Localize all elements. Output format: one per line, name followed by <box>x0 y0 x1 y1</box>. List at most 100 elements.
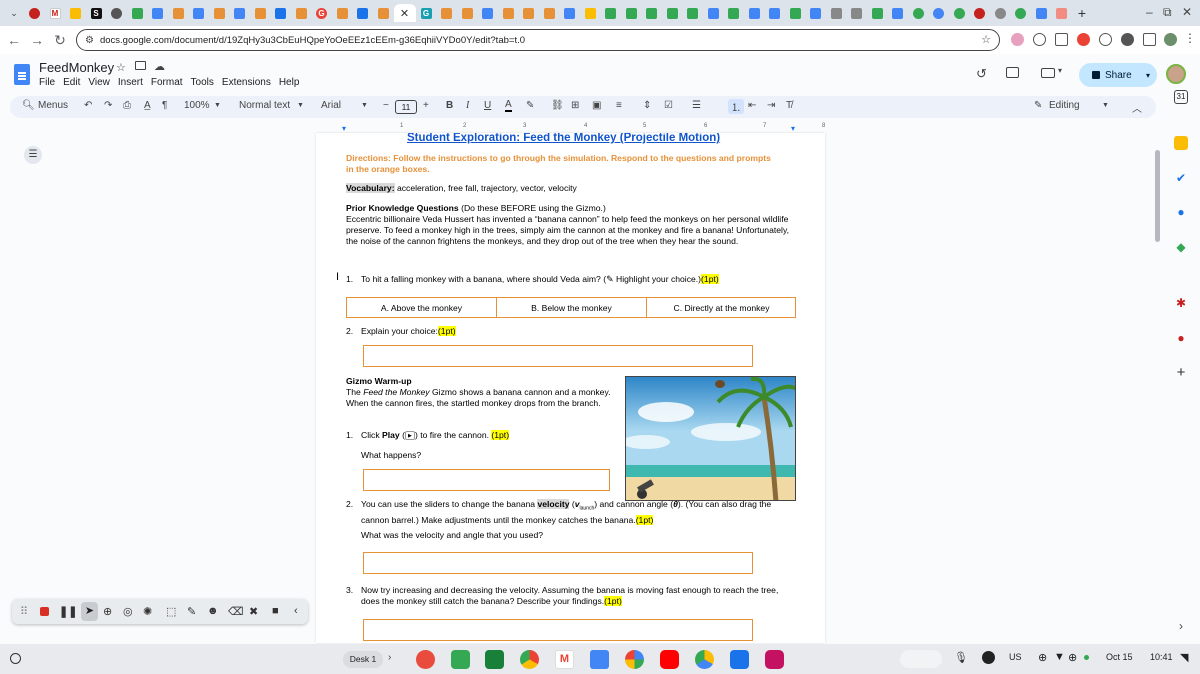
drag-handle-icon[interactable]: ⠿ <box>20 605 28 618</box>
browser-tab[interactable] <box>1052 4 1072 22</box>
search-menus-button[interactable]: Menus <box>38 100 68 111</box>
browser-tab[interactable] <box>1031 4 1051 22</box>
browser-tab[interactable] <box>168 4 188 22</box>
chevron-down-icon[interactable]: ▼ <box>361 102 368 109</box>
browser-tab[interactable] <box>498 4 518 22</box>
checklist-icon[interactable]: ☑ <box>664 100 673 111</box>
emoji-tool-icon[interactable]: ☻ <box>207 605 219 617</box>
menu-tools[interactable]: Tools <box>191 77 214 88</box>
gmail-icon[interactable]: M <box>555 650 574 669</box>
numbered-list-icon[interactable]: ⒈ <box>728 99 744 114</box>
highlight-icon[interactable]: ✎ <box>526 100 534 111</box>
browser-tab[interactable] <box>826 4 846 22</box>
browser-tab-active[interactable]: ✕ <box>393 4 416 22</box>
collapse-recorder-icon[interactable]: ‹ <box>294 605 298 617</box>
extension-icon[interactable] <box>1121 33 1134 46</box>
profile-icon[interactable] <box>1164 33 1177 46</box>
italic-icon[interactable]: I <box>466 100 469 111</box>
extension-icon[interactable] <box>1011 33 1024 46</box>
puzzle-icon[interactable] <box>1143 33 1156 46</box>
text-color-icon[interactable]: A <box>505 100 512 112</box>
pause-icon[interactable]: ❚❚ <box>59 605 77 618</box>
editing-mode-select[interactable]: Editing <box>1049 100 1080 111</box>
caps-icon[interactable]: ⊕ <box>1068 651 1077 664</box>
add-addon-icon[interactable]: + <box>1174 365 1188 380</box>
meet-icon[interactable] <box>1041 68 1055 78</box>
browser-tab[interactable] <box>847 4 867 22</box>
browser-tab[interactable] <box>888 4 908 22</box>
browser-tab[interactable]: G <box>416 4 436 22</box>
contacts-icon[interactable]: ● <box>1174 205 1188 219</box>
font-select[interactable]: Arial <box>321 100 341 111</box>
menu-extensions[interactable]: Extensions <box>222 77 271 88</box>
browser-tab[interactable] <box>437 4 457 22</box>
menu-view[interactable]: View <box>88 77 110 88</box>
increase-font-size-icon[interactable]: + <box>423 100 429 111</box>
network-icon[interactable]: ▼ <box>1054 651 1065 663</box>
document-title[interactable]: FeedMonkey <box>39 60 114 75</box>
more-menu-icon[interactable]: ⋮ <box>1184 31 1196 45</box>
right-indent-marker-icon[interactable]: ▾ <box>791 124 795 133</box>
browser-tab[interactable] <box>230 4 250 22</box>
select-area-icon[interactable]: ⬚ <box>166 605 176 618</box>
align-icon[interactable]: ≡ <box>616 100 622 111</box>
chevron-down-icon[interactable]: ▼ <box>214 102 221 109</box>
forward-icon[interactable]: → <box>25 32 49 48</box>
browser-tab[interactable] <box>724 4 744 22</box>
menu-insert[interactable]: Insert <box>118 77 143 88</box>
choice-a[interactable]: A. Above the monkey <box>347 303 496 313</box>
chevron-down-icon[interactable]: ▼ <box>297 102 304 109</box>
chrome-icon[interactable] <box>1077 33 1090 46</box>
docs-icon[interactable] <box>590 650 609 669</box>
keep-icon[interactable] <box>1174 136 1188 150</box>
omnibox[interactable]: ⚙ docs.google.com/document/d/19ZqHy3u3Cb… <box>76 29 1000 51</box>
scrollbar-thumb[interactable] <box>1155 150 1160 242</box>
time[interactable]: 10:41 <box>1150 652 1173 662</box>
browser-tab[interactable] <box>867 4 887 22</box>
version-history-icon[interactable]: ↺ <box>976 66 987 82</box>
browser-tab[interactable] <box>990 4 1010 22</box>
url-text[interactable]: docs.google.com/document/d/19ZqHy3u3CbEu… <box>100 35 525 46</box>
browser-tab[interactable] <box>601 4 621 22</box>
redo-icon[interactable]: ↷ <box>104 100 112 111</box>
browser-tab[interactable] <box>929 4 949 22</box>
undo-icon[interactable]: ↶ <box>84 100 92 111</box>
comment-icon[interactable]: ⊞ <box>571 100 579 111</box>
calendar-icon[interactable]: 31 <box>1174 90 1188 104</box>
browser-tab[interactable] <box>806 4 826 22</box>
new-tab-button[interactable]: + <box>1072 4 1092 22</box>
browser-tab[interactable] <box>478 4 498 22</box>
pointer-tool-icon[interactable]: ➤ <box>81 602 98 621</box>
menu-format[interactable]: Format <box>151 77 183 88</box>
increase-indent-icon[interactable]: ⇥ <box>767 100 775 111</box>
browser-tab[interactable] <box>250 4 270 22</box>
wifi-icon[interactable]: ◥ <box>1180 651 1188 664</box>
browser-tab[interactable] <box>189 4 209 22</box>
extension-asterisk-icon[interactable]: ✱ <box>1174 296 1188 310</box>
accessibility-icon[interactable]: ⊕ <box>1038 651 1047 664</box>
chevron-down-icon[interactable]: ▼ <box>1102 102 1109 109</box>
answer-box-w1[interactable] <box>363 469 610 491</box>
star-icon[interactable]: ☆ <box>116 61 126 74</box>
mute-icon[interactable]: ✖ <box>249 605 258 618</box>
browser-tab[interactable] <box>683 4 703 22</box>
browser-tab[interactable]: S <box>86 4 106 22</box>
style-select[interactable]: Normal text <box>239 100 290 111</box>
browser-tab[interactable] <box>148 4 168 22</box>
browser-tab[interactable] <box>949 4 969 22</box>
browser-tab[interactable] <box>703 4 723 22</box>
extension-icon[interactable] <box>1055 33 1068 46</box>
launcher-icon[interactable] <box>10 653 21 664</box>
avatar[interactable] <box>1166 64 1186 84</box>
search-icon[interactable]: 🔍︎ <box>22 100 35 111</box>
expand-panel-icon[interactable]: › <box>1174 619 1188 633</box>
browser-tab[interactable] <box>560 4 580 22</box>
youtube-icon[interactable] <box>660 650 679 669</box>
browser-tab[interactable] <box>107 4 127 22</box>
underline-icon[interactable]: U <box>484 100 491 111</box>
extension-icon[interactable] <box>1099 33 1112 46</box>
menu-edit[interactable]: Edit <box>63 77 80 88</box>
browser-tab[interactable] <box>353 4 373 22</box>
zoom-select[interactable]: 100% <box>184 100 210 111</box>
browser-tab[interactable] <box>785 4 805 22</box>
